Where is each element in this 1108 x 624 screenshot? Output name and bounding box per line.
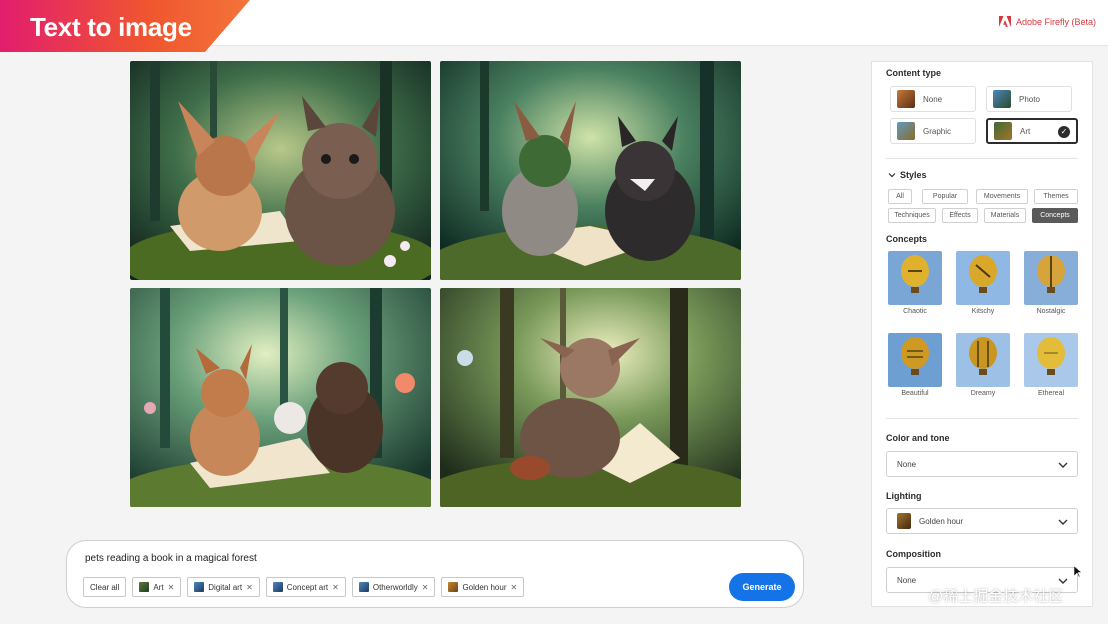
- dropdown-value: Golden hour: [919, 516, 964, 526]
- top-bar: Text to image Adobe Firefly (Beta): [0, 0, 1108, 52]
- close-icon[interactable]: ✕: [422, 583, 429, 592]
- chip-label: Digital art: [208, 582, 243, 592]
- settings-panel: Content type None Photo Graphic Art ✓ St…: [871, 61, 1093, 607]
- concept-thumb: [1024, 333, 1078, 387]
- chip-label: Concept art: [286, 582, 329, 592]
- content-type-label: Graphic: [923, 126, 952, 136]
- style-chips: Clear all Art ✕ Digital art ✕ Concept ar…: [83, 577, 525, 597]
- style-tab-effects[interactable]: Effects: [942, 208, 978, 223]
- result-image-3[interactable]: [130, 288, 431, 507]
- brand-name: Adobe Firefly (Beta): [1015, 17, 1096, 27]
- close-icon[interactable]: ✕: [332, 583, 339, 592]
- mouse-cursor-icon: [1074, 566, 1082, 578]
- style-tab-themes[interactable]: Themes: [1034, 189, 1078, 204]
- watermark: @稀土掘金技术社区: [928, 588, 1064, 605]
- chevron-down-icon: [888, 173, 896, 178]
- concept-label: Chaotic: [903, 308, 927, 315]
- concept-label: Ethereal: [1037, 390, 1065, 397]
- concepts-label: Concepts: [886, 234, 928, 244]
- concept-ethereal[interactable]: Ethereal: [1024, 333, 1078, 401]
- concept-label: Nostalgic: [1036, 308, 1066, 315]
- art-thumb-icon: [994, 122, 1012, 140]
- chevron-down-icon: [1058, 462, 1068, 468]
- style-tab-movements[interactable]: Movements: [976, 189, 1028, 204]
- prompt-box[interactable]: pets reading a book in a magical forest …: [66, 540, 804, 608]
- concept-thumb: [888, 333, 942, 387]
- chip-label: Otherworldly: [372, 582, 418, 592]
- graphic-thumb-icon: [897, 122, 915, 140]
- none-thumb-icon: [897, 90, 915, 108]
- color-tone-dropdown[interactable]: None: [886, 451, 1078, 477]
- title-badge: Text to image: [0, 0, 250, 52]
- content-type-photo[interactable]: Photo: [986, 86, 1072, 112]
- result-image-1[interactable]: [130, 61, 431, 280]
- concept-thumb: [956, 251, 1010, 305]
- concept-label: Dreamy: [970, 390, 996, 397]
- results-grid: [130, 61, 742, 507]
- adobe-logo-icon: [998, 16, 1011, 27]
- content-type-label: Content type: [886, 68, 941, 78]
- checkmark-icon: ✓: [1058, 126, 1070, 138]
- concept-thumb: [956, 333, 1010, 387]
- style-tab-concepts[interactable]: Concepts: [1032, 208, 1078, 223]
- chip-label: Golden hour: [462, 582, 507, 592]
- color-tone-label: Color and tone: [886, 433, 950, 443]
- concept-art-icon: [272, 582, 283, 592]
- brand[interactable]: Adobe Firefly (Beta): [998, 16, 1096, 28]
- concept-thumb: [888, 251, 942, 305]
- content-type-none[interactable]: None: [890, 86, 976, 112]
- divider: [886, 158, 1078, 159]
- composition-label: Composition: [886, 549, 941, 559]
- chip-golden-hour[interactable]: Golden hour ✕: [441, 577, 525, 597]
- chip-otherworldly[interactable]: Otherworldly ✕: [351, 577, 436, 597]
- lighting-label: Lighting: [886, 491, 922, 501]
- concept-dreamy[interactable]: Dreamy: [956, 333, 1010, 401]
- style-tab-techniques[interactable]: Techniques: [888, 208, 936, 223]
- content-type-label: None: [923, 94, 943, 104]
- result-image-2[interactable]: [440, 61, 741, 280]
- close-icon[interactable]: ✕: [510, 583, 517, 592]
- chip-digital-art[interactable]: Digital art ✕: [187, 577, 260, 597]
- chevron-down-icon: [1058, 519, 1068, 525]
- art-icon: [139, 582, 150, 592]
- prompt-input[interactable]: pets reading a book in a magical forest: [85, 553, 257, 564]
- generate-button[interactable]: Generate: [729, 573, 795, 601]
- concept-label: Beautiful: [901, 390, 929, 397]
- chip-label: Art: [153, 582, 164, 592]
- concept-label: Kitschy: [971, 308, 995, 315]
- golden-hour-icon: [897, 513, 911, 529]
- dropdown-value: None: [897, 575, 917, 585]
- chip-label: Clear all: [90, 582, 120, 592]
- content-type-art[interactable]: Art ✓: [986, 118, 1078, 144]
- style-tab-materials[interactable]: Materials: [984, 208, 1026, 223]
- page-title: Text to image: [30, 12, 192, 42]
- styles-header[interactable]: Styles: [888, 170, 927, 180]
- clear-all-chip[interactable]: Clear all: [83, 577, 127, 597]
- style-tab-all[interactable]: All: [888, 189, 912, 204]
- style-tab-popular[interactable]: Popular: [922, 189, 968, 204]
- golden-hour-icon: [448, 582, 459, 592]
- content-type-label: Art: [1020, 126, 1031, 136]
- close-icon[interactable]: ✕: [246, 583, 253, 592]
- result-image-4[interactable]: [440, 288, 741, 507]
- content-type-graphic[interactable]: Graphic: [890, 118, 976, 144]
- concept-chaotic[interactable]: Chaotic: [888, 251, 942, 319]
- styles-label: Styles: [900, 170, 927, 180]
- otherworldly-icon: [358, 582, 369, 592]
- chip-art[interactable]: Art ✕: [132, 577, 182, 597]
- lighting-dropdown[interactable]: Golden hour: [886, 508, 1078, 534]
- divider: [886, 418, 1078, 419]
- photo-thumb-icon: [993, 90, 1011, 108]
- close-icon[interactable]: ✕: [168, 583, 175, 592]
- concept-kitschy[interactable]: Kitschy: [956, 251, 1010, 319]
- concept-thumb: [1024, 251, 1078, 305]
- dropdown-value: None: [897, 459, 917, 469]
- content-type-label: Photo: [1019, 94, 1040, 104]
- concept-beautiful[interactable]: Beautiful: [888, 333, 942, 401]
- digital-art-icon: [194, 582, 205, 592]
- concept-nostalgic[interactable]: Nostalgic: [1024, 251, 1078, 319]
- chip-concept-art[interactable]: Concept art ✕: [265, 577, 346, 597]
